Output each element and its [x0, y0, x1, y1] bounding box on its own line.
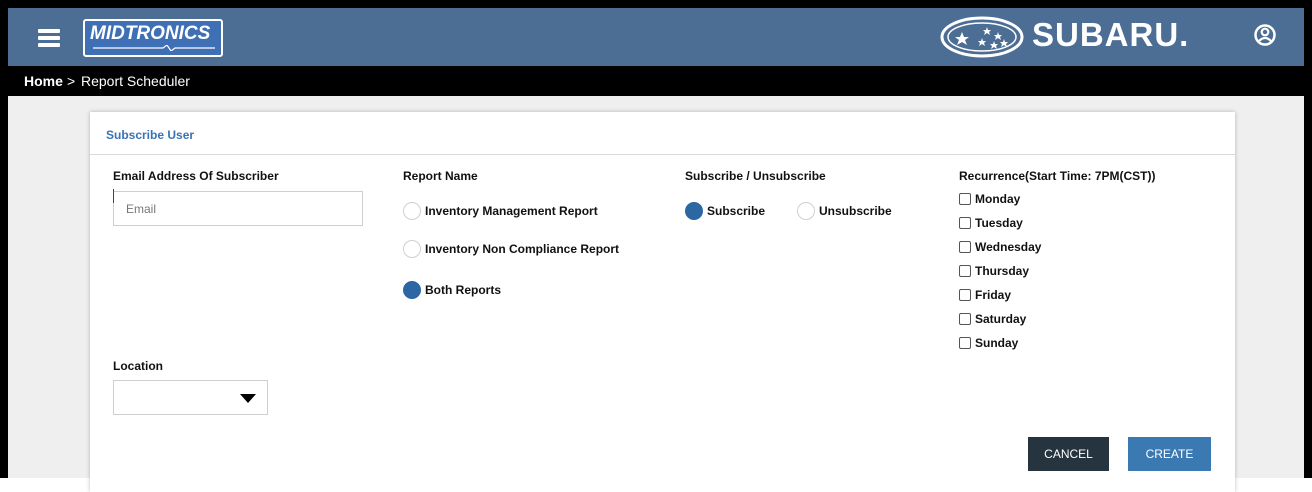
breadcrumb-separator: >: [67, 73, 76, 89]
checkbox[interactable]: [959, 241, 971, 253]
create-button[interactable]: CREATE: [1128, 437, 1211, 471]
dropdown-arrow-icon: [240, 394, 256, 403]
card-title: Subscribe User: [106, 128, 195, 142]
cancel-button[interactable]: CANCEL: [1028, 437, 1109, 471]
radio-button[interactable]: [403, 240, 421, 258]
checkbox-wednesday[interactable]: Wednesday: [959, 240, 1041, 254]
email-input[interactable]: [113, 191, 363, 226]
radio-label: Inventory Non Compliance Report: [425, 242, 620, 256]
radio-button[interactable]: [797, 202, 815, 220]
subscribe-unsubscribe-label: Subscribe / Unsubscribe: [685, 169, 826, 183]
midtronics-logo: MIDTRONICS: [83, 19, 223, 57]
logo-wave-icon: [93, 45, 215, 51]
checkbox-label: Monday: [975, 192, 1021, 206]
breadcrumb-current: Report Scheduler: [81, 73, 190, 89]
radio-subscribe[interactable]: Subscribe: [685, 202, 765, 220]
checkbox-label: Thursday: [975, 264, 1030, 278]
radio-button-selected[interactable]: [403, 281, 421, 299]
checkbox[interactable]: [959, 289, 971, 301]
radio-unsubscribe[interactable]: Unsubscribe: [797, 202, 892, 220]
radio-button[interactable]: [403, 202, 421, 220]
radio-label: Subscribe: [707, 204, 766, 218]
checkbox-tuesday[interactable]: Tuesday: [959, 216, 1023, 230]
checkbox-thursday[interactable]: Thursday: [959, 264, 1029, 278]
checkbox-saturday[interactable]: Saturday: [959, 312, 1026, 326]
report-name-label: Report Name: [403, 169, 478, 183]
checkbox[interactable]: [959, 265, 971, 277]
radio-label: Unsubscribe: [819, 204, 892, 218]
checkbox-monday[interactable]: Monday: [959, 192, 1020, 206]
subaru-star-emblem-icon: [940, 16, 1024, 58]
subaru-logo-text: SUBARU.: [1032, 16, 1190, 53]
breadcrumb: Home > Report Scheduler: [8, 66, 1304, 96]
hamburger-menu-icon[interactable]: [38, 29, 60, 47]
midtronics-logo-text: MIDTRONICS: [90, 23, 211, 44]
radio-button-selected[interactable]: [685, 202, 703, 220]
card-divider: [90, 154, 1235, 155]
user-account-icon[interactable]: [1254, 23, 1276, 47]
checkbox[interactable]: [959, 313, 971, 325]
checkbox-sunday[interactable]: Sunday: [959, 336, 1018, 350]
radio-inventory-non-compliance[interactable]: Inventory Non Compliance Report: [403, 240, 619, 258]
checkbox[interactable]: [959, 217, 971, 229]
breadcrumb-home-link[interactable]: Home: [24, 66, 63, 96]
checkbox-label: Saturday: [975, 312, 1027, 326]
email-label: Email Address Of Subscriber: [113, 169, 279, 183]
radio-both-reports[interactable]: Both Reports: [403, 281, 501, 299]
checkbox[interactable]: [959, 193, 971, 205]
checkbox-label: Tuesday: [975, 216, 1023, 230]
radio-label: Both Reports: [425, 283, 501, 297]
checkbox-label: Wednesday: [975, 240, 1042, 254]
checkbox-label: Sunday: [975, 336, 1019, 350]
radio-label: Inventory Management Report: [425, 204, 598, 218]
top-header-bar: MIDTRONICS SUBARU.: [8, 8, 1304, 66]
location-select[interactable]: [113, 380, 268, 415]
location-label: Location: [113, 359, 163, 373]
checkbox-friday[interactable]: Friday: [959, 288, 1011, 302]
checkbox-label: Friday: [975, 288, 1012, 302]
recurrence-label: Recurrence(Start Time: 7PM(CST)): [959, 169, 1156, 183]
text-cursor: [113, 189, 114, 203]
content-area: Subscribe User: [8, 96, 1304, 492]
radio-inventory-management[interactable]: Inventory Management Report: [403, 202, 598, 220]
checkbox[interactable]: [959, 337, 971, 349]
